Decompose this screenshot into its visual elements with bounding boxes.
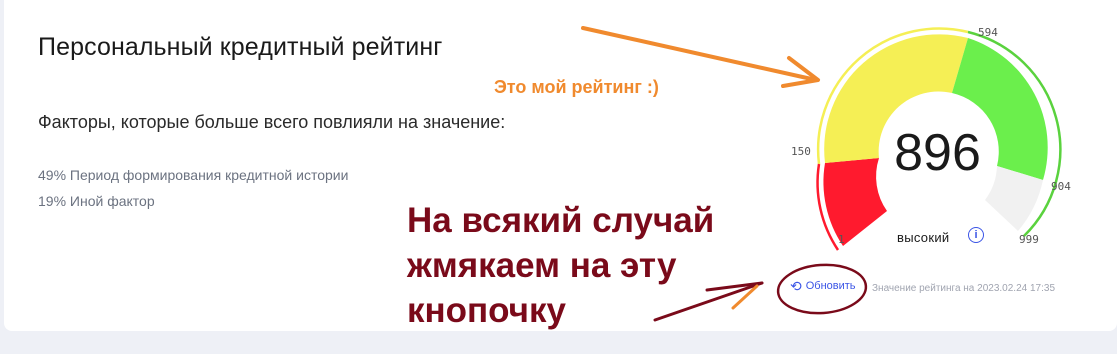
annotation-line: На всякий случай bbox=[407, 201, 715, 240]
gauge-tick-label: 999 bbox=[1019, 233, 1039, 246]
refresh-button[interactable]: ⟲ Обновить bbox=[790, 278, 856, 294]
refresh-icon: ⟲ bbox=[790, 278, 802, 294]
annotation-line: кнопочку bbox=[407, 291, 566, 330]
gauge-tick-label: 1 bbox=[838, 233, 845, 246]
gauge-tick-label: 904 bbox=[1051, 180, 1071, 193]
info-icon[interactable]: i bbox=[968, 227, 984, 243]
gauge-tick-label: 150 bbox=[791, 145, 811, 158]
orange-arrow bbox=[581, 26, 818, 82]
annotation-bottom: На всякий случай жмякаем на эту кнопочку bbox=[407, 198, 767, 333]
rating-score: 896 bbox=[894, 124, 981, 182]
annotation-top: Это мой рейтинг :) bbox=[494, 77, 659, 97]
rating-date: Значение рейтинга на 2023.02.24 17:35 bbox=[872, 283, 1056, 294]
rating-level: высокий bbox=[897, 230, 950, 245]
gauge-tick-label: 594 bbox=[978, 26, 998, 39]
gauge-segment-red bbox=[823, 158, 887, 246]
annotation-line: жмякаем на эту bbox=[407, 246, 677, 285]
refresh-label: Обновить bbox=[805, 280, 856, 292]
